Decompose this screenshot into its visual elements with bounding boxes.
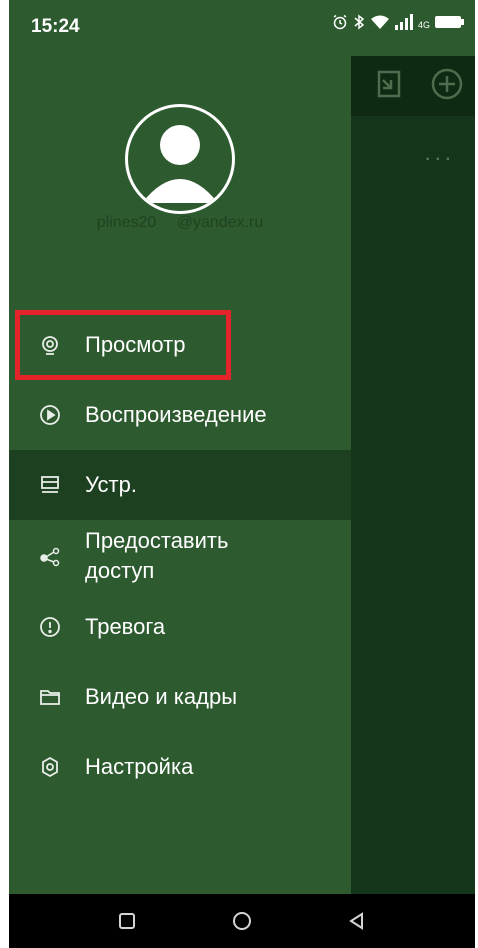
menu-item-label: Настройка (85, 754, 194, 779)
account-email: plines20 @yandex.ru (9, 214, 351, 232)
avatar[interactable] (125, 104, 235, 214)
folder-icon (39, 686, 61, 708)
menu-item-label: Предоставить доступ (85, 528, 229, 583)
phone-screen: ... 15:24 4G plines20 @yandex.ru Просмот… (9, 0, 475, 948)
menu-item-share[interactable]: Предоставить доступ (9, 520, 351, 592)
4g-icon: 4G (417, 19, 430, 30)
alert-icon (39, 616, 61, 638)
menu-item-label: Воспроизведение (85, 402, 267, 427)
menu-item-settings[interactable]: Настройка (9, 732, 351, 802)
settings-icon (39, 756, 61, 778)
home-icon[interactable] (227, 906, 257, 936)
account-domain: @yandex.ru (176, 214, 264, 231)
more-icon[interactable]: ... (425, 140, 455, 166)
alarm-icon (332, 14, 348, 35)
back-icon[interactable] (342, 906, 372, 936)
battery-icon (435, 15, 465, 34)
menu-item-alarm[interactable]: Тревога (9, 592, 351, 662)
signal-icon (394, 14, 413, 35)
play-circle-icon (39, 404, 61, 426)
menu-item-devices[interactable]: Устр. (9, 450, 351, 520)
menu-item-label: Тревога (85, 614, 166, 639)
menu-item-label: Видео и кадры (85, 684, 238, 709)
share-icon (39, 545, 61, 567)
status-time: 15:24 (31, 16, 80, 37)
menu-item-media[interactable]: Видео и кадры (9, 662, 351, 732)
menu-item-label: Просмотр (85, 332, 186, 357)
account-username: plines20 (96, 214, 157, 231)
menu-item-playback[interactable]: Воспроизведение (9, 380, 351, 450)
status-icons: 4G (332, 14, 465, 35)
drawer-menu: Просмотр Воспроизведение Устр. Предостав… (9, 310, 351, 802)
bluetooth-icon (353, 14, 365, 35)
device-list-icon (39, 474, 61, 496)
add-icon[interactable] (429, 66, 465, 102)
menu-item-label: Устр. (85, 472, 137, 497)
recent-apps-icon[interactable] (112, 906, 142, 936)
camera-view-icon (39, 334, 61, 356)
navigation-bar (9, 894, 475, 948)
menu-item-view[interactable]: Просмотр (9, 310, 351, 380)
wifi-icon (370, 14, 390, 35)
status-bar: 15:24 4G (9, 0, 475, 56)
import-icon[interactable] (371, 66, 407, 102)
navigation-drawer: plines20 @yandex.ru Просмотр Воспроизвед… (9, 56, 351, 894)
